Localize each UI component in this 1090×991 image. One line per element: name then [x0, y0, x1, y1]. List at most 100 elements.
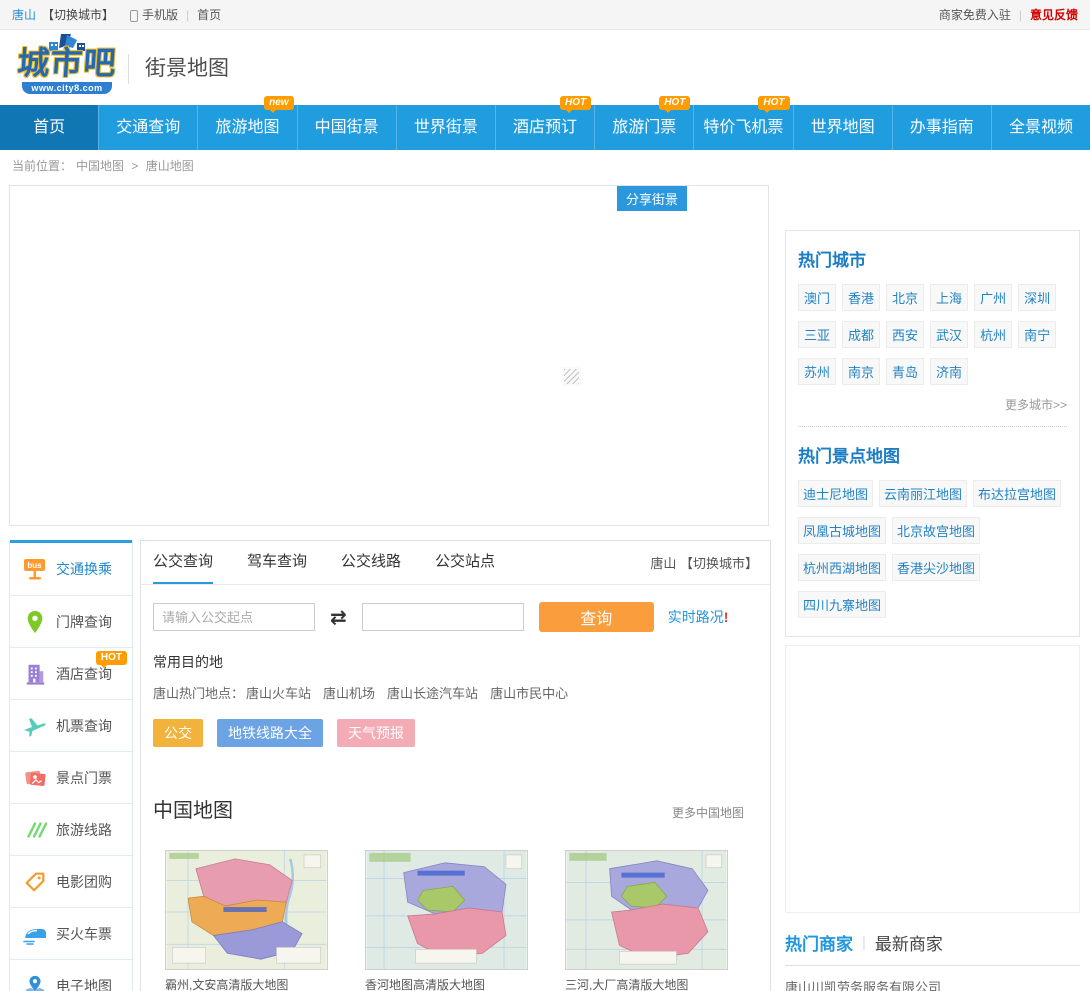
nav-badge: HOT — [560, 96, 592, 113]
bus-end-input[interactable] — [361, 603, 524, 631]
hot-city-link[interactable]: 苏州 — [798, 358, 837, 385]
breadcrumb-root-link[interactable]: 中国地图 — [76, 159, 124, 173]
hotspot-link[interactable]: 唐山火车站 — [246, 683, 311, 702]
nav-item[interactable]: 旅游地图 new — [197, 96, 296, 150]
nav-item[interactable]: 旅游门票 HOT — [594, 96, 693, 150]
attraction-map-link[interactable]: 香港尖沙地图 — [892, 554, 981, 581]
sidebar-item-movies[interactable]: 电影团购 — [10, 855, 132, 907]
topbar-home-link[interactable]: 首页 — [197, 6, 221, 23]
nav-item[interactable]: 特价飞机票 HOT — [693, 96, 792, 150]
nav-badge: HOT — [659, 96, 691, 113]
hot-city-link[interactable]: 杭州 — [974, 321, 1013, 348]
sidebar-item-emap[interactable]: 电子地图 — [10, 959, 132, 991]
merchant-join-link[interactable]: 商家免费入驻 — [939, 6, 1011, 23]
nav-item[interactable]: 世界街景 — [395, 105, 495, 150]
map-thumbnail-caption[interactable]: 霸州,文安高清版大地图 — [165, 976, 328, 991]
more-china-maps-link[interactable]: 更多中国地图 — [672, 804, 744, 821]
live-traffic-link[interactable]: 实时路况! — [668, 607, 729, 627]
tag-icon — [22, 869, 48, 895]
breadcrumb: 当前位置： 中国地图 > 唐山地图 — [0, 150, 194, 180]
nav-badge: new — [264, 96, 294, 113]
nav-item-label: 交通查询 — [116, 119, 181, 136]
sidebar-item-tickets[interactable]: 景点门票 — [10, 751, 132, 803]
nav-item[interactable]: 中国街景 — [296, 105, 396, 150]
map-canvas[interactable]: 分享街景 — [9, 185, 769, 526]
nav-item[interactable]: 酒店预订 HOT — [494, 96, 594, 150]
attraction-map-link[interactable]: 杭州西湖地图 — [798, 554, 887, 581]
nav-item[interactable]: 交通查询 — [98, 105, 197, 150]
map-thumbnail-caption[interactable]: 三河,大厂高清版大地图 — [565, 976, 728, 991]
nav-item[interactable]: 办事指南 — [891, 105, 991, 150]
swap-icon[interactable]: ⇄ — [330, 605, 347, 630]
nav-item-label: 办事指南 — [909, 119, 974, 136]
hotspot-link[interactable]: 唐山长途汽车站 — [387, 683, 478, 702]
hot-city-link[interactable]: 深圳 — [1018, 284, 1057, 311]
hot-city-link[interactable]: 武汉 — [930, 321, 969, 348]
merchant-link[interactable]: 唐山川凯劳务服务有限公司 — [785, 975, 1080, 991]
attraction-map-link[interactable]: 凤凰古城地图 — [798, 517, 887, 544]
sidebar-item-routes[interactable]: 旅游线路 — [10, 803, 132, 855]
panel-switch-city-link[interactable]: 【切换城市】 — [680, 556, 758, 571]
hot-cities-title: 热门城市 — [798, 251, 866, 270]
hotspots-row: 唐山热门地点： 唐山火车站 唐山机场 唐山长途汽车站 唐山市民中心 — [153, 683, 770, 702]
hot-city-link[interactable]: 香港 — [842, 284, 881, 311]
attraction-map-link[interactable]: 云南丽江地图 — [879, 480, 968, 507]
right-sidebar: 热门城市 澳门 香港 北京 上海 广州 深圳三亚 成都 西安 武汉 杭州 南宁苏州 南京 青岛 济南 更多… — [785, 185, 1080, 991]
breadcrumb-label: 当前位置： — [12, 159, 73, 173]
hot-city-link[interactable]: 南宁 — [1018, 321, 1057, 348]
map-thumbnail-caption[interactable]: 香河地图高清版大地图 — [365, 976, 528, 991]
hotel-icon — [22, 661, 48, 687]
sidebar-item-hotel[interactable]: 酒店查询 HOT — [10, 647, 132, 699]
hotspot-link[interactable]: 唐山机场 — [323, 683, 375, 702]
quick-tag[interactable]: 地铁线路大全 — [217, 719, 323, 747]
sidebar-item-train-tickets[interactable]: 买火车票 — [10, 907, 132, 959]
tab-hot-merchants[interactable]: 热门商家 — [785, 930, 853, 955]
sidebar-item-flight[interactable]: 机票查询 — [10, 699, 132, 751]
quick-tag[interactable]: 公交 — [153, 719, 203, 747]
attraction-map-link[interactable]: 迪士尼地图 — [798, 480, 874, 507]
search-button[interactable]: 查询 — [538, 602, 654, 632]
transit-tab[interactable]: 公交站点 — [435, 541, 495, 584]
mobile-version-link[interactable]: 手机版 — [142, 6, 178, 23]
hot-city-link[interactable]: 上海 — [930, 284, 969, 311]
topbar: 唐山 【切换城市】 手机版 | 首页 商家免费入驻 | 意见反馈 — [0, 0, 1090, 30]
merchants-section: 热门商家 | 最新商家 唐山川凯劳务服务有限公司唐山川凯劳务服务有限公司唐山南站… — [785, 922, 1080, 991]
hot-city-link[interactable]: 北京 — [886, 284, 925, 311]
bus-start-input[interactable] — [153, 603, 315, 631]
switch-city-link[interactable]: 【切换城市】 — [42, 6, 114, 23]
common-destinations-title: 常用目的地 — [153, 654, 223, 670]
transit-tab[interactable]: 公交查询 — [153, 541, 214, 584]
hot-city-link[interactable]: 南京 — [842, 358, 881, 385]
share-streetview-button[interactable]: 分享街景 — [616, 186, 687, 211]
map-thumbnail[interactable]: 香河地图高清版大地图 — [365, 850, 528, 991]
topbar-city[interactable]: 唐山 — [12, 6, 36, 23]
nav-item[interactable]: 世界地图 — [792, 105, 892, 150]
hotspot-link[interactable]: 唐山市民中心 — [490, 683, 568, 702]
hot-city-link[interactable]: 三亚 — [798, 321, 837, 348]
feedback-link[interactable]: 意见反馈 — [1030, 6, 1078, 23]
nav-item[interactable]: 全景视频 — [990, 105, 1090, 150]
hot-city-link[interactable]: 西安 — [886, 321, 925, 348]
site-logo[interactable]: 城市吧 www.city8.com — [6, 32, 128, 96]
map-thumbnail[interactable]: 霸州,文安高清版大地图 — [165, 850, 328, 991]
tab-new-merchants[interactable]: 最新商家 — [875, 930, 943, 955]
quick-tag[interactable]: 天气预报 — [337, 719, 415, 747]
transit-tab-label: 公交站点 — [435, 553, 496, 570]
attraction-map-link[interactable]: 北京故宫地图 — [892, 517, 981, 544]
transit-tab[interactable]: 公交线路 — [341, 541, 401, 584]
hotspots-label: 唐山热门地点： — [153, 686, 245, 701]
hot-city-link[interactable]: 青岛 — [886, 358, 925, 385]
china-maps-thumbnails: 霸州,文安高清版大地图 香河地图高清版大地图 三河,大厂高清版大地图 — [165, 850, 770, 991]
transit-tab[interactable]: 驾车查询 — [247, 541, 307, 584]
hot-city-link[interactable]: 澳门 — [798, 284, 837, 311]
nav-item[interactable]: 首页 — [0, 105, 99, 150]
more-cities-link[interactable]: 更多城市>> — [798, 396, 1067, 413]
attraction-map-link[interactable]: 四川九寨地图 — [798, 591, 887, 618]
map-thumbnail[interactable]: 三河,大厂高清版大地图 — [565, 850, 728, 991]
hot-city-link[interactable]: 济南 — [930, 358, 969, 385]
sidebar-item-house-number[interactable]: 门牌查询 — [10, 595, 132, 647]
attraction-map-link[interactable]: 布达拉宫地图 — [973, 480, 1062, 507]
hot-city-link[interactable]: 成都 — [842, 321, 881, 348]
hot-city-link[interactable]: 广州 — [974, 284, 1013, 311]
sidebar-item-transit[interactable]: bus 交通换乘 — [10, 540, 132, 595]
